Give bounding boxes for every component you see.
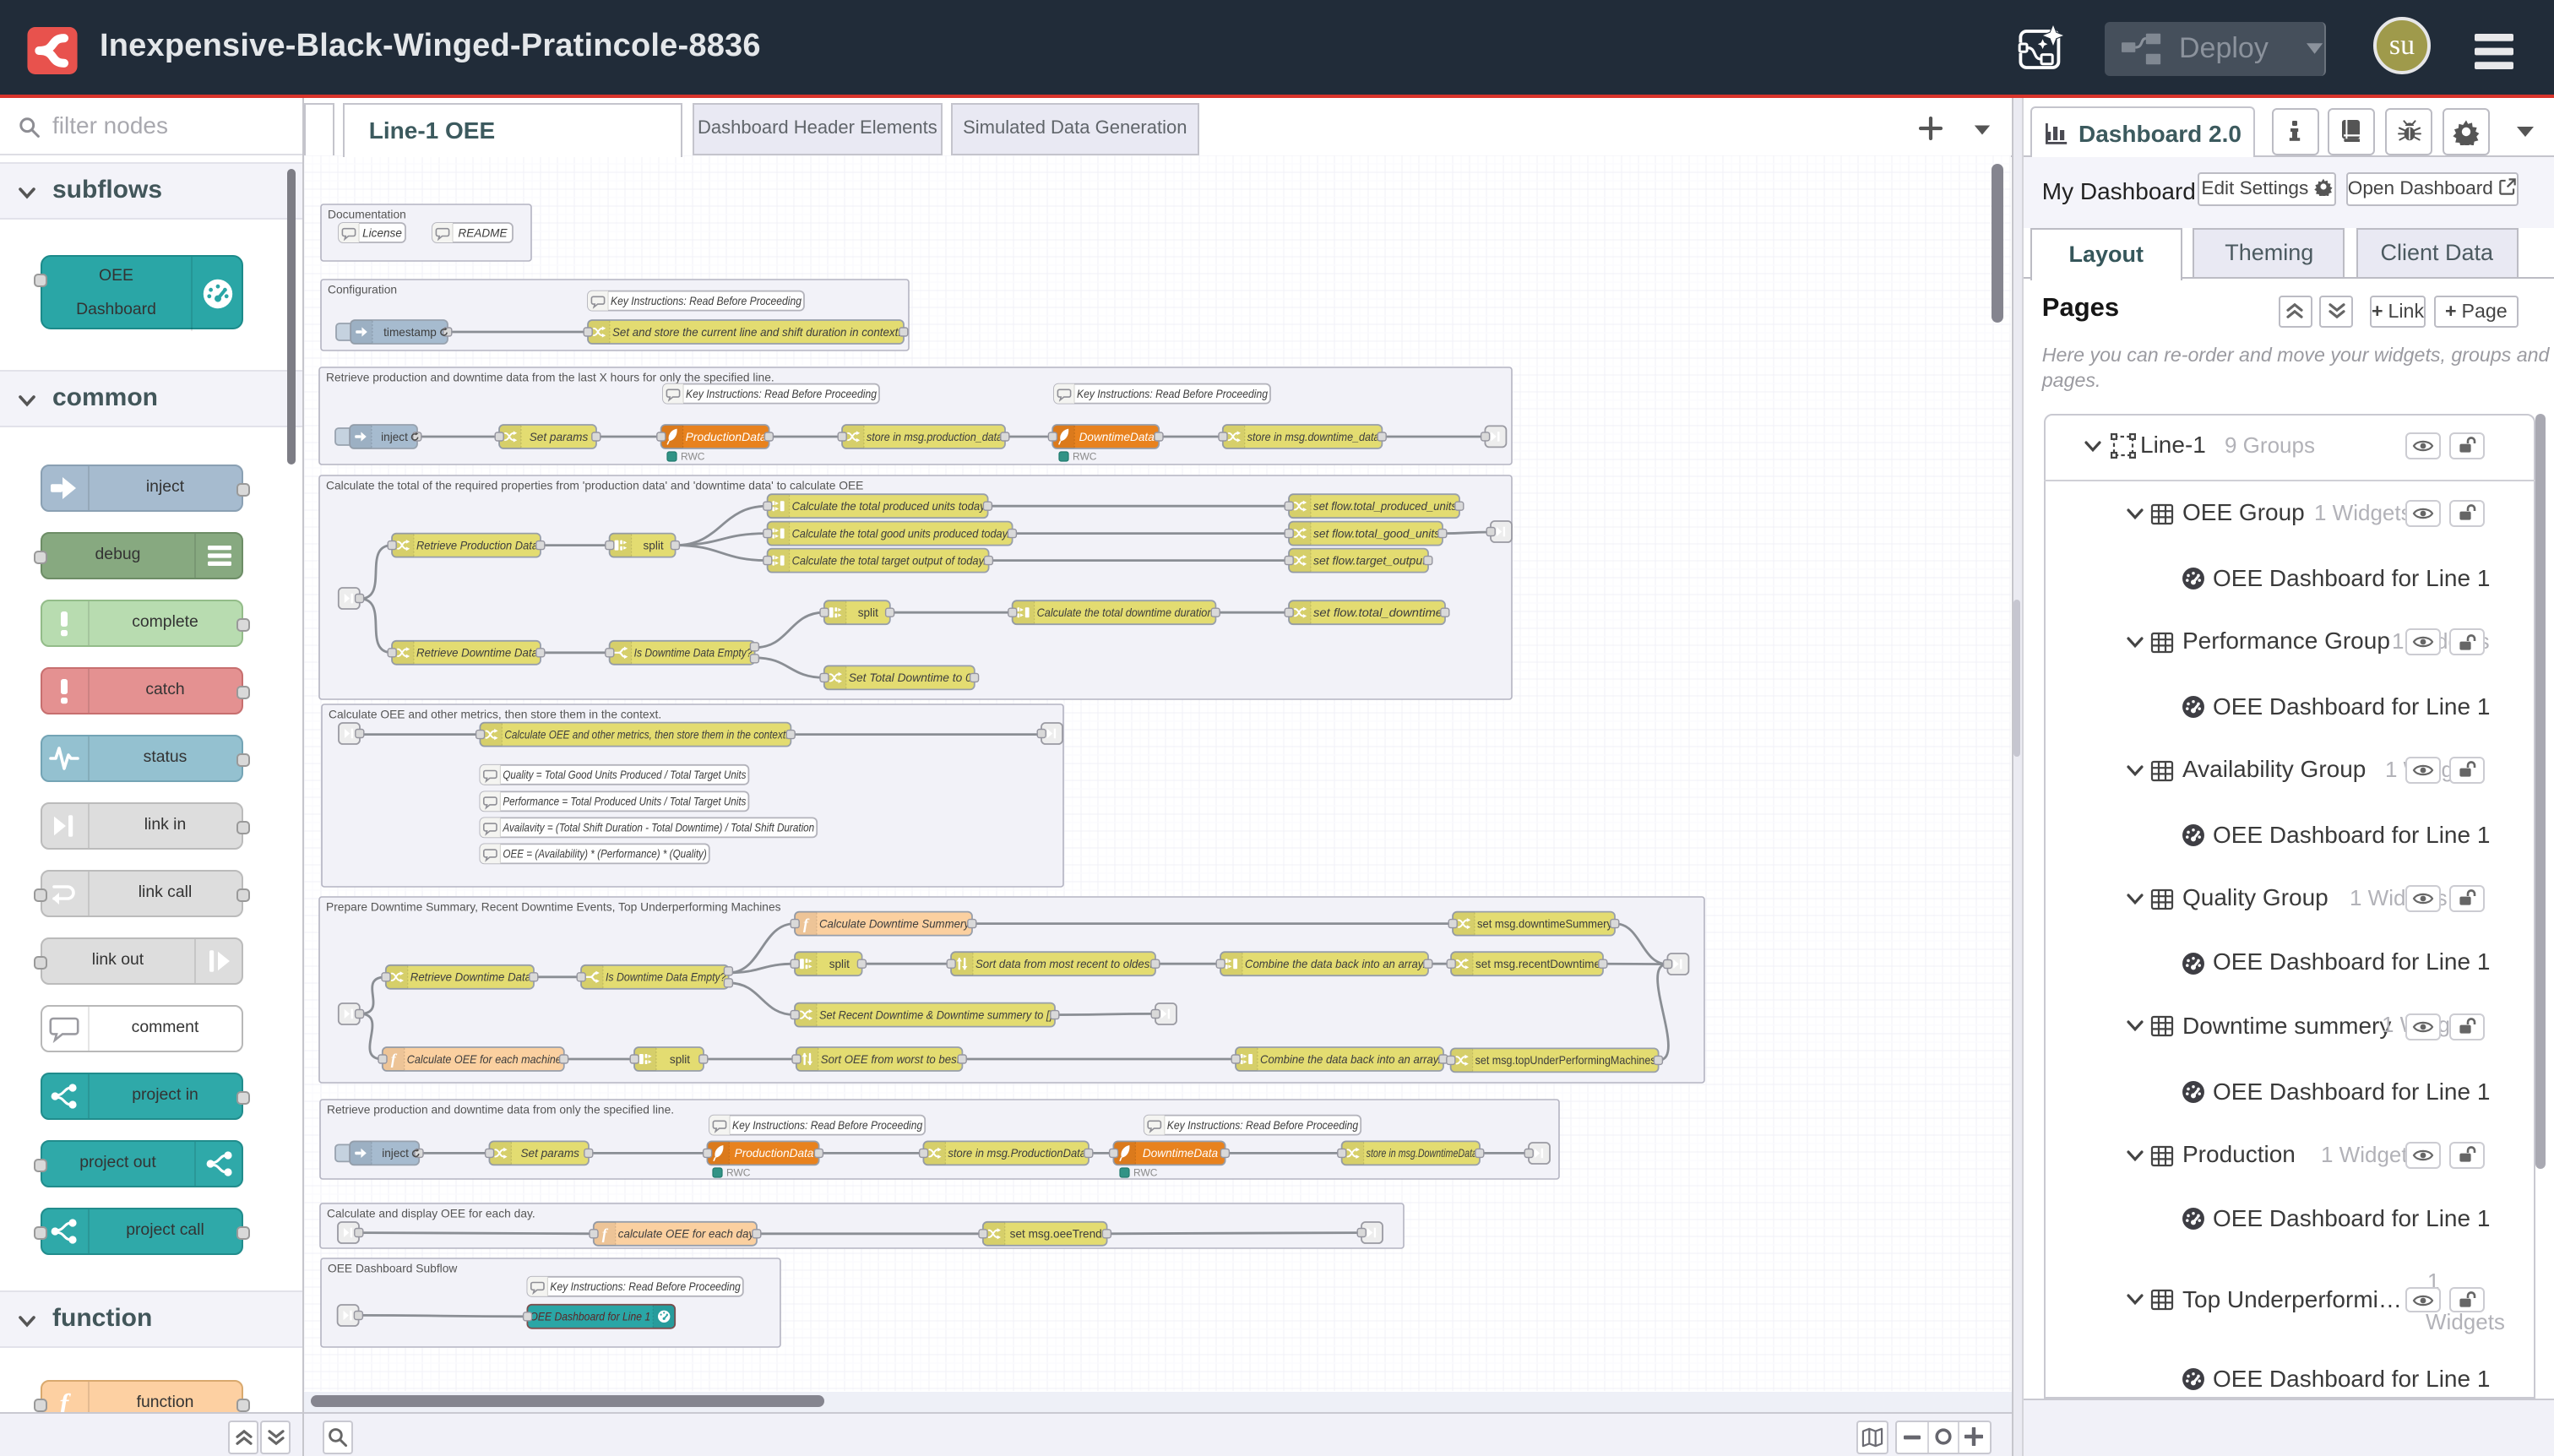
svg-text:inject: inject [382, 1147, 409, 1160]
svg-text:Calculate Downtime Summery: Calculate Downtime Summery [819, 917, 970, 930]
svg-text:Retrieve production and downti: Retrieve production and downtime data fr… [326, 371, 774, 383]
svg-text:split: split [644, 539, 664, 551]
svg-text:Is Downtime Data Empty?: Is Downtime Data Empty? [606, 971, 726, 984]
svg-text:Calculate the total downtime d: Calculate the total downtime duration [1037, 606, 1214, 619]
svg-text:Calculate and display OEE for: Calculate and display OEE for each day. [327, 1207, 535, 1220]
svg-text:DowntimeData: DowntimeData [1079, 431, 1155, 443]
svg-text:set msg.recentDowntime: set msg.recentDowntime [1475, 958, 1600, 970]
svg-text:Calculate OEE and other metric: Calculate OEE and other metrics, then st… [504, 728, 788, 741]
svg-text:OEE Dashboard for Line 1: OEE Dashboard for Line 1 [530, 1311, 650, 1323]
svg-text:ProductionData: ProductionData [686, 431, 767, 443]
svg-text:inject: inject [381, 431, 408, 443]
svg-text:split: split [829, 958, 850, 970]
svg-text:Documentation: Documentation [328, 208, 406, 220]
svg-text:RWC: RWC [726, 1167, 751, 1179]
svg-text:Combine the data back into an: Combine the data back into an array. [1245, 958, 1426, 970]
svg-text:DowntimeData: DowntimeData [1143, 1147, 1219, 1160]
svg-text:Calculate the total of the req: Calculate the total of the required prop… [326, 479, 863, 492]
svg-text:Performance = Total Produced U: Performance = Total Produced Units / Tot… [503, 796, 746, 808]
svg-text:set flow.total_produced_units: set flow.total_produced_units [1313, 500, 1457, 513]
svg-text:Retrieve Downtime Data: Retrieve Downtime Data [416, 647, 538, 660]
svg-text:set flow.total_downtime: set flow.total_downtime [1313, 606, 1443, 619]
svg-text:Prepare Downtime Summary, Rece: Prepare Downtime Summary, Recent Downtim… [326, 900, 781, 913]
svg-text:Set and store the current line: Set and store the current line and shift… [612, 326, 901, 339]
svg-text:store in msg.ProductionData: store in msg.ProductionData [948, 1147, 1086, 1160]
svg-text:timestamp: timestamp [383, 326, 437, 339]
svg-text:Sort OEE from worst to best: Sort OEE from worst to best [821, 1053, 961, 1066]
svg-text:set flow.target_output: set flow.target_output [1313, 554, 1426, 567]
svg-text:Key Instructions: Read Before: Key Instructions: Read Before Proceeding [732, 1119, 923, 1132]
svg-text:set msg.oeeTrend: set msg.oeeTrend [1010, 1228, 1102, 1241]
svg-text:License: License [362, 226, 402, 239]
svg-text:Key Instructions: Read Before: Key Instructions: Read Before Proceeding [550, 1280, 741, 1293]
svg-text:Calculate the total target out: Calculate the total target output of tod… [792, 554, 986, 567]
svg-text:store in msg.DowntimeData: store in msg.DowntimeData [1367, 1147, 1478, 1160]
svg-text:Key Instructions: Read Before: Key Instructions: Read Before Proceeding [611, 295, 802, 307]
svg-text:Key Instructions: Read Before: Key Instructions: Read Before Proceeding [1077, 388, 1268, 400]
svg-text:ProductionData: ProductionData [735, 1147, 814, 1160]
svg-text:Calculate the total good units: Calculate the total good units produced … [792, 527, 1010, 540]
svg-text:Is Downtime Data Empty?: Is Downtime Data Empty? [634, 647, 753, 660]
svg-text:RWC: RWC [1073, 451, 1097, 463]
svg-text:set msg.downtimeSummery: set msg.downtimeSummery [1477, 917, 1612, 930]
svg-text:README: README [458, 226, 508, 239]
svg-text:calculate OEE for each day: calculate OEE for each day [618, 1228, 755, 1241]
svg-text:Calculate the total produced u: Calculate the total produced units today [792, 500, 986, 513]
svg-text:Sort data from most recent to: Sort data from most recent to oldest [975, 958, 1154, 970]
svg-text:split: split [858, 606, 878, 619]
svg-text:OEE = (Availability) * (Perfor: OEE = (Availability) * (Performance) * (… [503, 848, 706, 861]
svg-text:Retrieve Production Data: Retrieve Production Data [416, 539, 538, 551]
svg-text:Quality = Total Good Units Pro: Quality = Total Good Units Produced / To… [503, 769, 746, 781]
svg-text:Retrieve Downtime Data: Retrieve Downtime Data [410, 971, 532, 984]
svg-text:OEE Dashboard Subflow: OEE Dashboard Subflow [328, 1262, 457, 1274]
svg-text:split: split [670, 1053, 690, 1066]
svg-text:Set params: Set params [520, 1147, 579, 1160]
svg-text:store in msg.downtime_data: store in msg.downtime_data [1247, 431, 1380, 443]
svg-text:Calculate OEE and other metric: Calculate OEE and other metrics, then st… [329, 708, 661, 720]
svg-text:Retrieve production and downti: Retrieve production and downtime data fr… [327, 1103, 674, 1116]
svg-text:store in msg.production_data: store in msg.production_data [867, 431, 1003, 443]
svg-text:Configuration: Configuration [328, 283, 397, 296]
svg-text:Set Total Downtime to 0: Set Total Downtime to 0 [849, 671, 972, 684]
svg-text:Set Recent Downtime & Downtime: Set Recent Downtime & Downtime summery t… [819, 1008, 1053, 1021]
svg-text:Set params: Set params [530, 431, 589, 443]
svg-text:RWC: RWC [1133, 1167, 1158, 1179]
svg-text:Key Instructions: Read Before: Key Instructions: Read Before Proceeding [1167, 1119, 1359, 1132]
svg-text:set msg.topUnderPerformingMach: set msg.topUnderPerformingMachines [1475, 1054, 1656, 1067]
svg-text:set flow.total_good_units: set flow.total_good_units [1313, 527, 1440, 540]
svg-text:Key Instructions: Read Before: Key Instructions: Read Before Proceeding [686, 388, 877, 400]
svg-text:RWC: RWC [681, 451, 705, 463]
svg-text:Combine the data back into an: Combine the data back into an array. [1260, 1053, 1441, 1066]
svg-text:Availavity = (Total Shift Dura: Availavity = (Total Shift Duration - Tot… [503, 822, 815, 834]
svg-text:Calculate OEE for each machine: Calculate OEE for each machine [407, 1053, 562, 1066]
